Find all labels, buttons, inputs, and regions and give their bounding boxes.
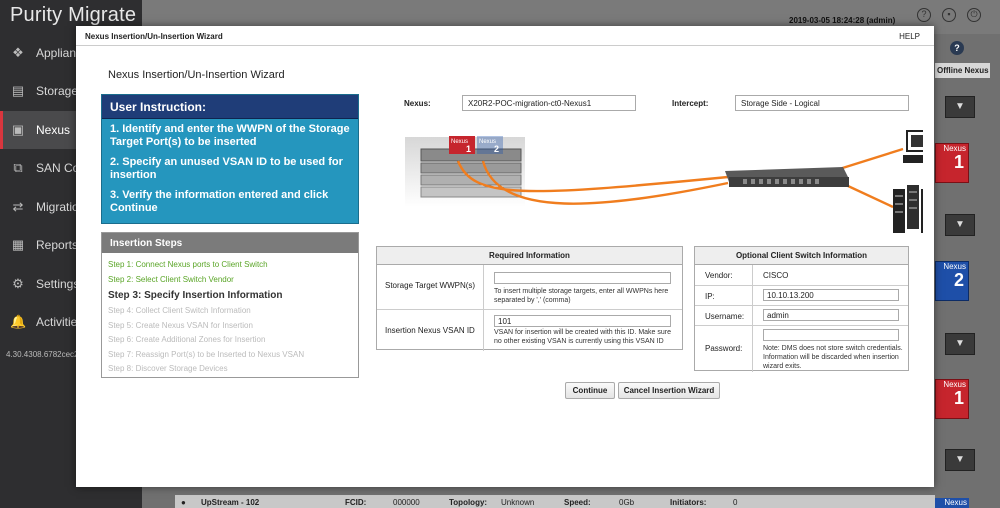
username-label: Username:: [705, 312, 745, 321]
step-item: Step 5: Create Nexus VSAN for Insertion: [108, 320, 253, 330]
nexus-card[interactable]: Nexus 1: [935, 143, 969, 183]
dropdown-button[interactable]: ▼: [945, 96, 975, 118]
step-item: Step 1: Connect Nexus ports to Client Sw…: [108, 260, 268, 269]
step-item: Step 7: Reassign Port(s) to be Inserted …: [108, 349, 305, 359]
port-number: 2: [494, 144, 499, 154]
layers-icon: ❖: [12, 45, 24, 60]
lock-icon[interactable]: ▪: [942, 8, 956, 22]
vsan-label: Insertion Nexus VSAN ID: [385, 326, 475, 335]
vendor-label: Vendor:: [705, 271, 733, 280]
step-item: Step 6: Create Additional Zones for Inse…: [108, 335, 266, 344]
sidebar-item-label: Reports: [36, 238, 79, 252]
sidebar-item-label: Migratio: [36, 200, 79, 214]
version-text: 4.30.4308.6782cec2: [6, 350, 79, 359]
initiators-value: 0: [733, 498, 738, 507]
nexus-field[interactable]: X20R2-POC-migration-ct0-Nexus1: [462, 95, 636, 111]
nexus-switch: [725, 167, 849, 187]
optional-client-switch-panel: Optional Client Switch Information Vendo…: [694, 246, 909, 372]
help-link[interactable]: HELP: [899, 32, 920, 41]
step-item: Step 4: Collect Client Switch Informatio…: [108, 306, 251, 315]
instruction-item: 3. Verify the information entered and cl…: [110, 189, 329, 214]
required-information-heading: Required Information: [377, 247, 682, 265]
gear-icon: ⚙: [12, 276, 24, 291]
ip-label: IP:: [705, 292, 715, 301]
sidebar-item-label: Storage: [36, 84, 79, 98]
insertion-topology-diagram: Nexus 1 Nexus 2: [405, 130, 923, 233]
chevron-down-icon: ▼: [955, 454, 965, 465]
topology-value: Unknown: [501, 498, 535, 507]
power-icon[interactable]: ⏻: [967, 8, 981, 22]
storage-icon: ▤: [11, 83, 25, 98]
fcid-label: FCID:: [345, 498, 367, 507]
instruction-item: 2. Specify an unused VSAN ID to be used …: [110, 156, 343, 181]
help-icon[interactable]: ?: [917, 8, 931, 22]
intercept-label: Intercept:: [672, 99, 709, 108]
cancel-insertion-wizard-button[interactable]: Cancel Insertion Wizard: [618, 382, 720, 399]
continue-button[interactable]: Continue: [565, 382, 615, 399]
topology-label: Topology:: [449, 498, 488, 507]
speed-label: Speed:: [564, 498, 591, 507]
initiators-label: Initiators:: [670, 498, 707, 507]
nexus-card-number: 1: [953, 388, 964, 408]
user-instruction-box: User Instruction: 1. Identify and enter …: [101, 94, 359, 224]
chevron-down-icon: ▼: [955, 219, 965, 230]
insertion-steps-heading: Insertion Steps: [102, 233, 358, 253]
password-input[interactable]: [763, 329, 899, 341]
sidebar-item-label: SAN Co: [36, 161, 80, 175]
timestamp: 2019-03-05 18:24:28 (admin): [789, 16, 896, 25]
nexus-icon: ▣: [11, 122, 25, 137]
upstream-label: UpStream - 102: [201, 498, 260, 507]
optional-client-switch-heading: Optional Client Switch Information: [695, 247, 908, 265]
host-computer-icon: [903, 130, 923, 163]
nexus-card-number: 1: [953, 152, 964, 172]
chevron-down-icon: ▼: [955, 101, 965, 112]
storage-array-icon: [893, 185, 923, 233]
help-circle-icon[interactable]: ?: [950, 41, 964, 55]
step-item: Step 8: Discover Storage Devices: [108, 364, 228, 373]
vendor-value: CISCO: [763, 271, 789, 280]
wwpn-label: Storage Target WWPN(s): [385, 281, 476, 290]
nexus-label: Nexus:: [404, 99, 431, 108]
password-note: Note: DMS does not store switch credenti…: [763, 345, 903, 370]
insertion-wizard-dialog: Nexus Insertion/Un-Insertion Wizard HELP…: [76, 26, 934, 487]
step-item-current: Step 3: Specify Insertion Information: [108, 290, 283, 301]
upstream-status-strip: ● UpStream - 102 FCID: 000000 Topology: …: [175, 495, 935, 508]
migration-icon: ⇄: [12, 199, 24, 214]
chevron-down-icon: ▼: [955, 338, 965, 349]
nexus-card[interactable]: Nexus: [935, 498, 969, 508]
nexus-card[interactable]: Nexus 1: [935, 379, 969, 419]
app-title: Purity Migrate: [10, 4, 137, 26]
offline-nexus-label[interactable]: Offline Nexus: [935, 63, 990, 78]
sidebar-item-label: Nexus: [36, 123, 71, 137]
dialog-header-title: Nexus Insertion/Un-Insertion Wizard: [85, 32, 223, 41]
bell-icon: 🔔: [10, 314, 27, 329]
wwpn-note: To insert multiple storage targets, ente…: [494, 288, 669, 304]
dialog-header: Nexus Insertion/Un-Insertion Wizard HELP: [76, 26, 934, 46]
required-information-panel: Required Information Storage Target WWPN…: [376, 246, 683, 351]
san-icon: ⧉: [13, 160, 23, 175]
intercept-field[interactable]: Storage Side - Logical: [735, 95, 909, 111]
ip-input[interactable]: 10.10.13.200: [763, 289, 899, 301]
fcid-value: 000000: [393, 498, 420, 507]
speed-value: 0Gb: [619, 498, 635, 507]
user-instruction-heading: User Instruction:: [102, 95, 358, 119]
status-dot-icon: ●: [181, 498, 186, 507]
vsan-note: VSAN for insertion will be created with …: [494, 329, 672, 345]
dropdown-button[interactable]: ▼: [945, 214, 975, 236]
password-label: Password:: [705, 344, 743, 353]
wizard-title: Nexus Insertion/Un-Insertion Wizard: [108, 69, 285, 81]
step-item: Step 2: Select Client Switch Vendor: [108, 274, 234, 284]
dropdown-button[interactable]: ▼: [945, 333, 975, 355]
reports-icon: ▦: [11, 237, 25, 252]
nexus-card-number: 2: [953, 270, 964, 290]
instruction-item: 1. Identify and enter the WWPN of the St…: [110, 123, 350, 148]
vsan-input[interactable]: 101: [494, 315, 671, 327]
insertion-steps-box: Insertion Steps Step 1: Connect Nexus po…: [101, 232, 359, 378]
username-input[interactable]: admin: [763, 309, 899, 321]
sidebar-item-label: Settings: [36, 277, 80, 291]
dropdown-button[interactable]: ▼: [945, 449, 975, 471]
wwpn-input[interactable]: [494, 272, 671, 284]
port-number: 1: [466, 144, 471, 154]
nexus-card[interactable]: Nexus 2: [935, 261, 969, 301]
